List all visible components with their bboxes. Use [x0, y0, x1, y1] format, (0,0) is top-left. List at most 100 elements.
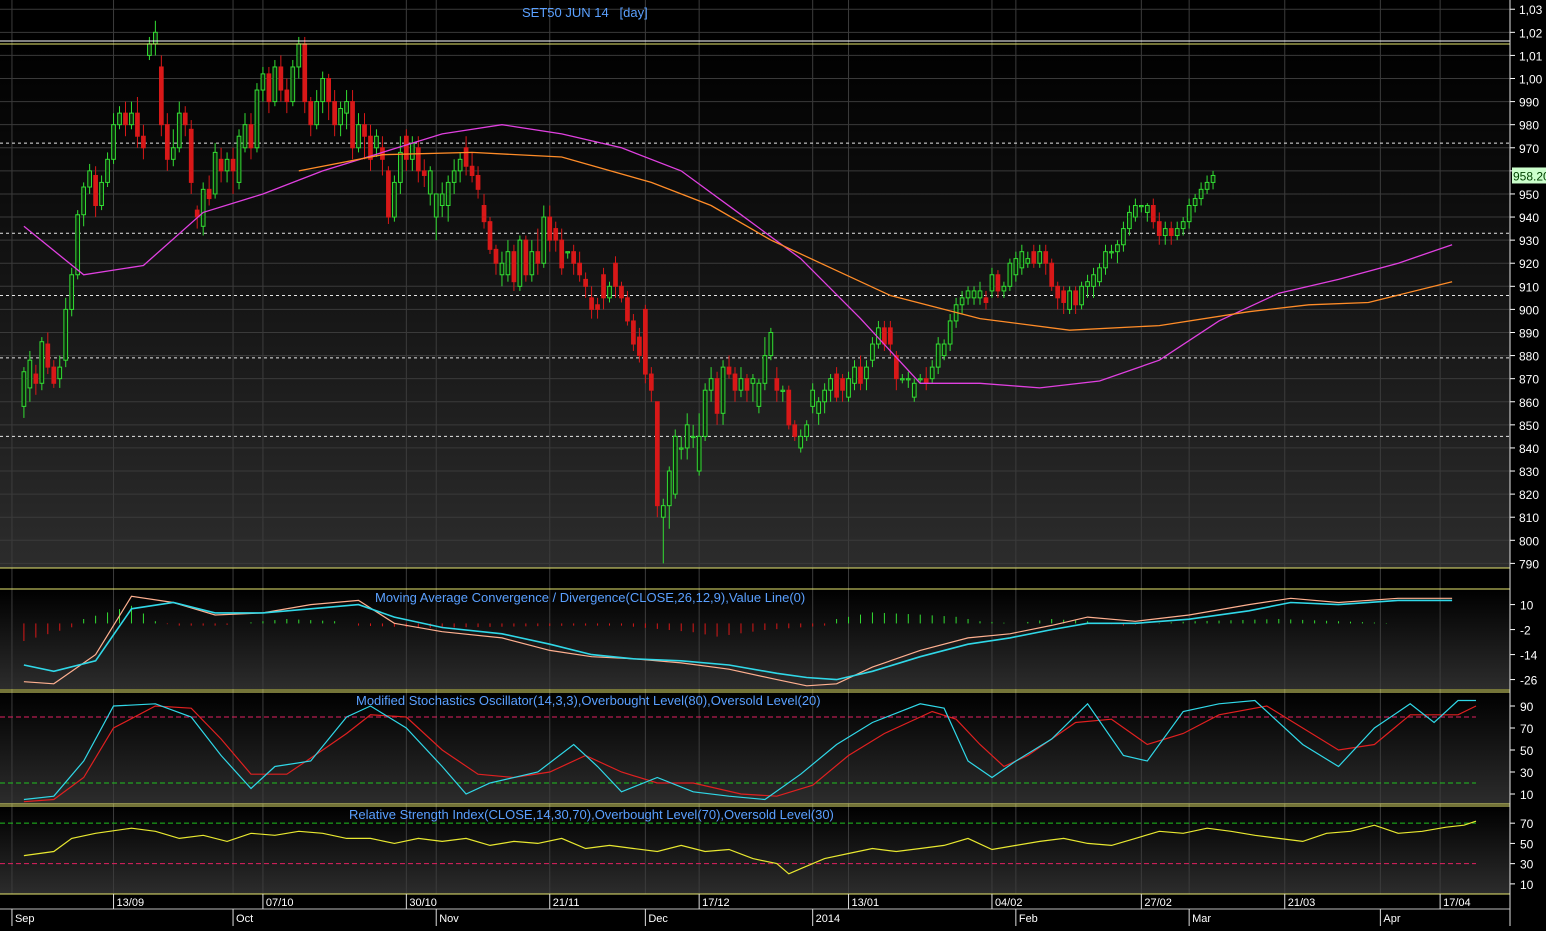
candle-up [147, 43, 152, 56]
candle-down [284, 89, 290, 103]
candle-down [888, 327, 893, 345]
candle-down [511, 251, 517, 283]
candle-up [505, 251, 511, 276]
candle-up [762, 355, 768, 384]
price-axis-tick-label: 990 [1519, 96, 1539, 110]
candle-up [39, 341, 45, 384]
candle-down [1150, 204, 1156, 223]
candle-up [1138, 204, 1144, 208]
price-axis-tick-label: 950 [1519, 188, 1539, 202]
candle-up [929, 366, 935, 380]
stoch-axis-tick-label: 30 [1520, 766, 1534, 780]
candle-up [1127, 211, 1132, 230]
candle-up [977, 290, 983, 299]
price-axis-tick-label: 820 [1519, 488, 1539, 502]
candle-down [403, 135, 409, 160]
rsi-axis-tick-label: 10 [1520, 878, 1534, 892]
macd-axis-tick-label: -14 [1520, 649, 1538, 663]
candle-up [517, 239, 523, 287]
candle-down [714, 378, 720, 414]
candle-down [326, 78, 332, 103]
candle-down [188, 128, 194, 183]
candle-down [302, 43, 308, 103]
candle-down [726, 366, 732, 375]
candle-down [278, 66, 284, 91]
macd-axis-tick-label: 10 [1520, 599, 1534, 613]
x-date-label: 13/01 [852, 897, 880, 909]
candle-up [260, 73, 266, 91]
candle-down [792, 424, 798, 437]
candle-up [846, 378, 851, 398]
candle-down [308, 101, 314, 126]
candle-up [822, 389, 827, 403]
stoch-axis-tick-label: 10 [1520, 788, 1534, 802]
candle-down [601, 274, 606, 299]
candle-up [439, 193, 445, 206]
candle-down [1043, 251, 1049, 264]
stock-chart[interactable]: 790 800 810 820 830 840 850 860 870 880 890 900 910 9… [0, 0, 1546, 926]
candle-up [810, 389, 816, 407]
price-axis-tick-label: 920 [1519, 257, 1539, 271]
x-date-label: 17/12 [702, 897, 730, 909]
candle-down [840, 378, 845, 391]
candle-up [296, 43, 302, 68]
candle-up [427, 170, 433, 195]
candle-up [69, 274, 75, 310]
price-axis-tick-label: 890 [1519, 326, 1539, 340]
price-axis-tick-label: 1,00 [1519, 73, 1543, 87]
candle-up [320, 78, 326, 103]
last-price-label: 958.20 [1513, 169, 1546, 183]
candle-up [21, 371, 27, 407]
candle-down [421, 170, 427, 176]
candle-down [141, 135, 146, 149]
candle-down [1031, 251, 1037, 264]
candle-up [1180, 221, 1186, 230]
candle-up [864, 366, 869, 380]
candle-up [1091, 274, 1096, 287]
candle-up [1144, 204, 1150, 213]
rsi-axis-tick-label: 70 [1520, 817, 1534, 831]
candle-up [1121, 228, 1126, 246]
candle-down [547, 216, 553, 241]
stoch-panel-background [0, 692, 1510, 804]
candle-up [666, 470, 672, 507]
candle-down [230, 158, 236, 172]
candle-down [266, 73, 272, 103]
candle-up [750, 378, 756, 384]
candle-up [756, 382, 762, 407]
candle-up [529, 251, 535, 276]
price-axis-tick-label: 1,01 [1519, 49, 1543, 63]
price-axis-tick-label: 870 [1519, 373, 1539, 387]
candle-down [774, 378, 780, 391]
candle-down [983, 297, 989, 303]
candle-down [362, 124, 367, 137]
candle-down [182, 112, 188, 126]
candle-up [75, 214, 81, 276]
candle-up [99, 181, 104, 206]
candle-down [1073, 290, 1078, 306]
stoch-axis-tick-label: 90 [1520, 700, 1534, 714]
x-period-label: Nov [439, 913, 459, 925]
candle-down [135, 112, 140, 137]
candle-up [153, 31, 158, 45]
candle-up [1079, 285, 1084, 306]
price-axis-tick-label: 850 [1519, 419, 1539, 433]
stoch-title: Modified Stochastics Oscillator(14,3,3),… [356, 693, 821, 708]
price-axis-tick-label: 800 [1519, 534, 1539, 548]
candle-down [595, 304, 600, 310]
price-axis-tick-label: 880 [1519, 350, 1539, 364]
candle-down [834, 373, 839, 398]
candle-down [493, 248, 499, 264]
candle-down [158, 66, 164, 126]
candle-up [1019, 251, 1025, 269]
candle-down [33, 373, 39, 384]
candle-down [613, 262, 618, 287]
candle-down [487, 221, 493, 250]
candle-up [1210, 174, 1216, 183]
candle-down [559, 239, 565, 269]
candle-down [786, 389, 792, 426]
candle-down [1168, 228, 1174, 237]
candle-down [882, 327, 887, 345]
candle-down [744, 378, 750, 391]
candle-up [1067, 290, 1072, 310]
